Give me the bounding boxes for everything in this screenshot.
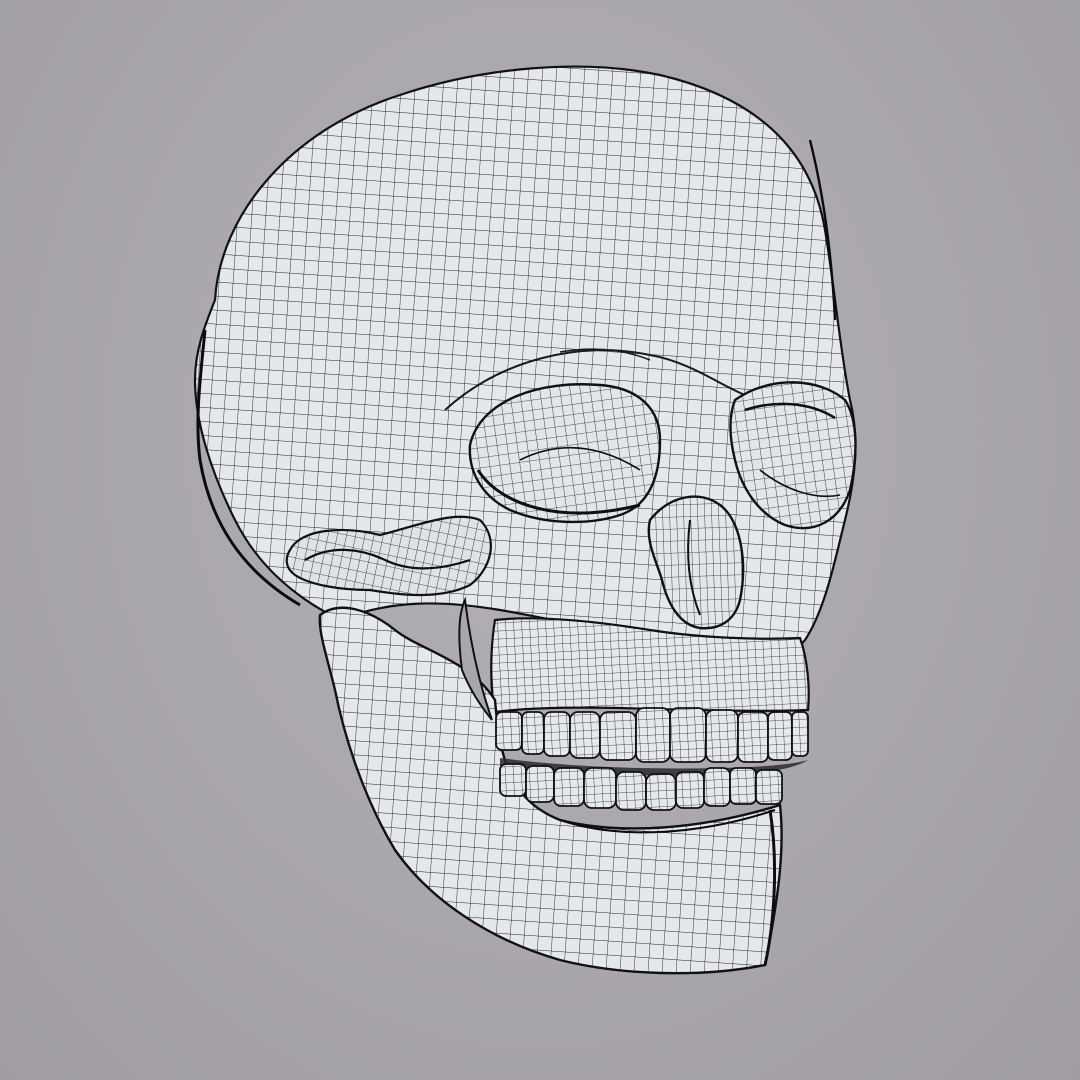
left-eye-socket: [468, 383, 662, 524]
skull-wireframe-model: [193, 65, 857, 975]
3d-viewport[interactable]: [0, 0, 1080, 1080]
upper-teeth: [495, 707, 809, 763]
